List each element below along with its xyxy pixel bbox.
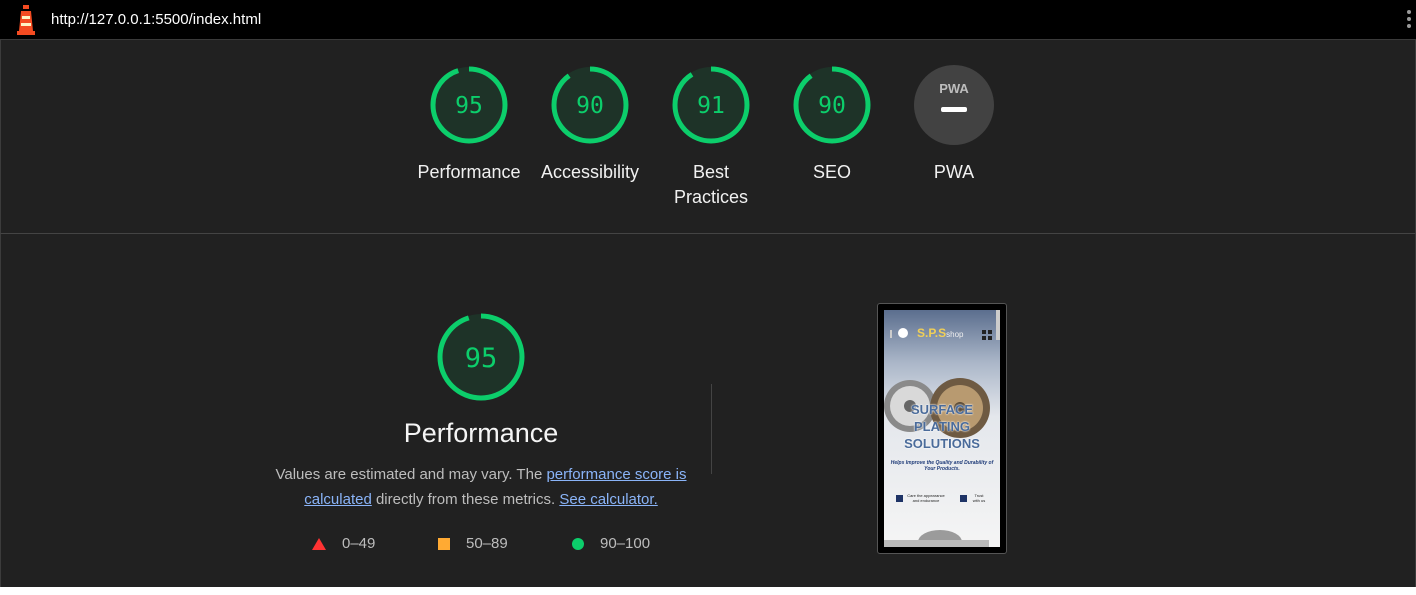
score-summary: 95 Performance 90 Accessibility 91 Best … bbox=[0, 40, 1416, 234]
gauge-pwa[interactable]: PWA PWA bbox=[894, 64, 1014, 185]
final-screenshot[interactable]: S.P.Sshop SURFACE PLATING SOLUTIONS Help… bbox=[877, 303, 1007, 554]
red-triangle-icon bbox=[312, 537, 326, 550]
screenshot-viewport: S.P.Sshop SURFACE PLATING SOLUTIONS Help… bbox=[884, 310, 1000, 547]
seo-gauge-ring: 90 bbox=[793, 66, 871, 144]
performance-gauge-ring: 95 bbox=[430, 66, 508, 144]
report-url[interactable]: http://127.0.0.1:5500/index.html bbox=[51, 11, 261, 28]
gauge-score: 95 bbox=[455, 93, 483, 119]
desc-prefix: Values are estimated and may vary. The bbox=[275, 466, 547, 483]
legend-pass: 90–100 bbox=[572, 535, 650, 552]
performance-big-score: 95 bbox=[465, 343, 498, 374]
best-practices-gauge-ring: 91 bbox=[672, 66, 750, 144]
gauge-label: PWA bbox=[933, 162, 975, 182]
see-calculator-link[interactable]: See calculator. bbox=[559, 491, 657, 508]
gauge-score: 90 bbox=[576, 93, 604, 119]
pwa-badge-text: PWA bbox=[939, 81, 969, 96]
section-divider bbox=[711, 384, 712, 474]
gauge-accessibility[interactable]: 90 Accessibility bbox=[530, 64, 650, 185]
gauge-performance[interactable]: 95 Performance bbox=[409, 64, 529, 185]
gauge-score: 90 bbox=[818, 93, 846, 119]
grid-menu-icon bbox=[982, 330, 992, 340]
site-logo-icon bbox=[890, 328, 908, 338]
pwa-badge-icon: PWA bbox=[914, 65, 994, 145]
site-headline: SURFACE PLATING SOLUTIONS bbox=[904, 402, 980, 451]
legend-range: 90–100 bbox=[600, 535, 651, 552]
gauge-label: Accessibility bbox=[540, 162, 640, 182]
site-feature-1: Care the appearance and endurance bbox=[896, 493, 945, 503]
gauge-label: Performance bbox=[417, 162, 521, 182]
site-horizontal-scrollbar bbox=[884, 540, 989, 547]
lighthouse-logo-icon bbox=[17, 5, 35, 35]
site-scrollbar bbox=[996, 310, 1000, 340]
gauge-label: SEO bbox=[812, 162, 851, 182]
performance-big-gauge: 95 bbox=[437, 313, 525, 401]
performance-section: 95 Performance Values are estimated and … bbox=[0, 234, 1416, 587]
legend-fail: 0–49 bbox=[312, 535, 375, 552]
top-bar: http://127.0.0.1:5500/index.html bbox=[0, 0, 1416, 40]
performance-description: Values are estimated and may vary. The p… bbox=[271, 462, 691, 512]
gauge-seo[interactable]: 90 SEO bbox=[772, 64, 892, 185]
site-header: S.P.Sshop bbox=[884, 310, 1000, 346]
green-circle-icon bbox=[572, 537, 584, 550]
performance-title: Performance bbox=[403, 418, 559, 448]
desc-middle: directly from these metrics. bbox=[371, 491, 560, 508]
site-brand: S.P.Sshop bbox=[917, 326, 964, 340]
site-tagline: Helps Improve the Quality and Durability… bbox=[890, 460, 994, 472]
legend-range: 50–89 bbox=[466, 535, 508, 552]
gauge-best-practices[interactable]: 91 Best Practices bbox=[651, 64, 771, 210]
site-feature-2: Trust with us bbox=[960, 493, 987, 503]
legend-range: 0–49 bbox=[342, 535, 376, 552]
gauge-label: Best Practices bbox=[673, 162, 749, 207]
gauge-score: 91 bbox=[697, 93, 725, 119]
legend-average: 50–89 bbox=[438, 535, 508, 552]
orange-square-icon bbox=[438, 537, 450, 550]
accessibility-gauge-ring: 90 bbox=[551, 66, 629, 144]
more-options-icon[interactable] bbox=[1404, 10, 1414, 32]
